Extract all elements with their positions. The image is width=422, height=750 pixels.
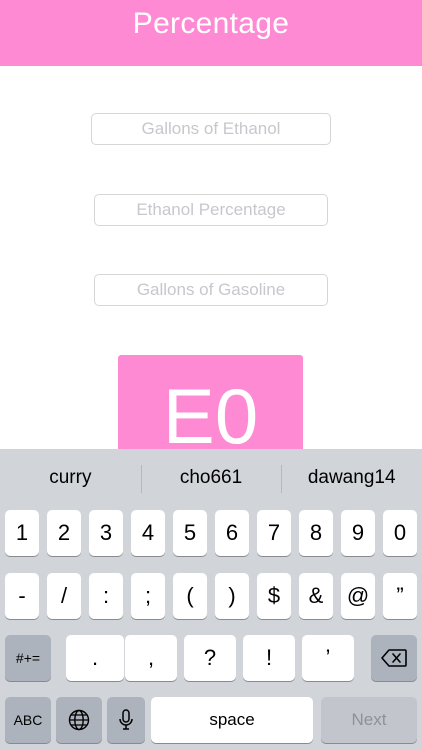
key-open-paren[interactable]: ( bbox=[173, 573, 207, 619]
key-close-paren[interactable]: ) bbox=[215, 573, 249, 619]
key-colon[interactable]: : bbox=[89, 573, 123, 619]
key-dollar[interactable]: $ bbox=[257, 573, 291, 619]
page-title: Percentage bbox=[132, 7, 290, 40]
key-8[interactable]: 8 bbox=[299, 510, 333, 556]
suggestion-item[interactable]: curry bbox=[0, 449, 141, 507]
globe-button[interactable] bbox=[56, 697, 102, 743]
globe-icon bbox=[68, 709, 90, 731]
key-6[interactable]: 6 bbox=[215, 510, 249, 556]
key-slash[interactable]: / bbox=[47, 573, 81, 619]
suggestion-item[interactable]: dawang14 bbox=[281, 449, 422, 507]
microphone-button[interactable] bbox=[107, 697, 145, 743]
key-comma[interactable]: , bbox=[125, 635, 177, 681]
key-4[interactable]: 4 bbox=[131, 510, 165, 556]
key-apostrophe[interactable]: ’ bbox=[302, 635, 354, 681]
next-button[interactable]: Next bbox=[321, 697, 417, 743]
ethanol-percentage-input[interactable] bbox=[94, 194, 328, 226]
key-3[interactable]: 3 bbox=[89, 510, 123, 556]
key-1[interactable]: 1 bbox=[5, 510, 39, 556]
delete-button[interactable] bbox=[371, 635, 417, 681]
key-hyphen[interactable]: - bbox=[5, 573, 39, 619]
key-exclamation[interactable]: ! bbox=[243, 635, 295, 681]
key-semicolon[interactable]: ; bbox=[131, 573, 165, 619]
key-quote[interactable]: ” bbox=[383, 573, 417, 619]
key-7[interactable]: 7 bbox=[257, 510, 291, 556]
key-0[interactable]: 0 bbox=[383, 510, 417, 556]
gallons-ethanol-input[interactable] bbox=[91, 113, 331, 145]
key-9[interactable]: 9 bbox=[341, 510, 375, 556]
key-ampersand[interactable]: & bbox=[299, 573, 333, 619]
key-more-symbols[interactable]: #+= bbox=[5, 635, 51, 681]
delete-icon bbox=[381, 649, 407, 667]
result-value: E0 bbox=[162, 372, 259, 460]
key-abc[interactable]: ABC bbox=[5, 697, 51, 743]
key-2[interactable]: 2 bbox=[47, 510, 81, 556]
keyboard: curry cho661 dawang14 1 2 3 4 5 6 7 8 9 … bbox=[0, 449, 422, 750]
gallons-gasoline-input[interactable] bbox=[94, 274, 328, 306]
microphone-icon bbox=[118, 708, 134, 732]
suggestion-item[interactable]: cho661 bbox=[140, 449, 282, 507]
key-question[interactable]: ? bbox=[184, 635, 236, 681]
key-5[interactable]: 5 bbox=[173, 510, 207, 556]
header-bar: Percentage bbox=[0, 0, 422, 66]
suggestion-bar: curry cho661 dawang14 bbox=[0, 449, 422, 507]
key-at[interactable]: @ bbox=[341, 573, 375, 619]
key-period[interactable]: . bbox=[66, 635, 124, 681]
space-bar[interactable]: space bbox=[151, 697, 313, 743]
